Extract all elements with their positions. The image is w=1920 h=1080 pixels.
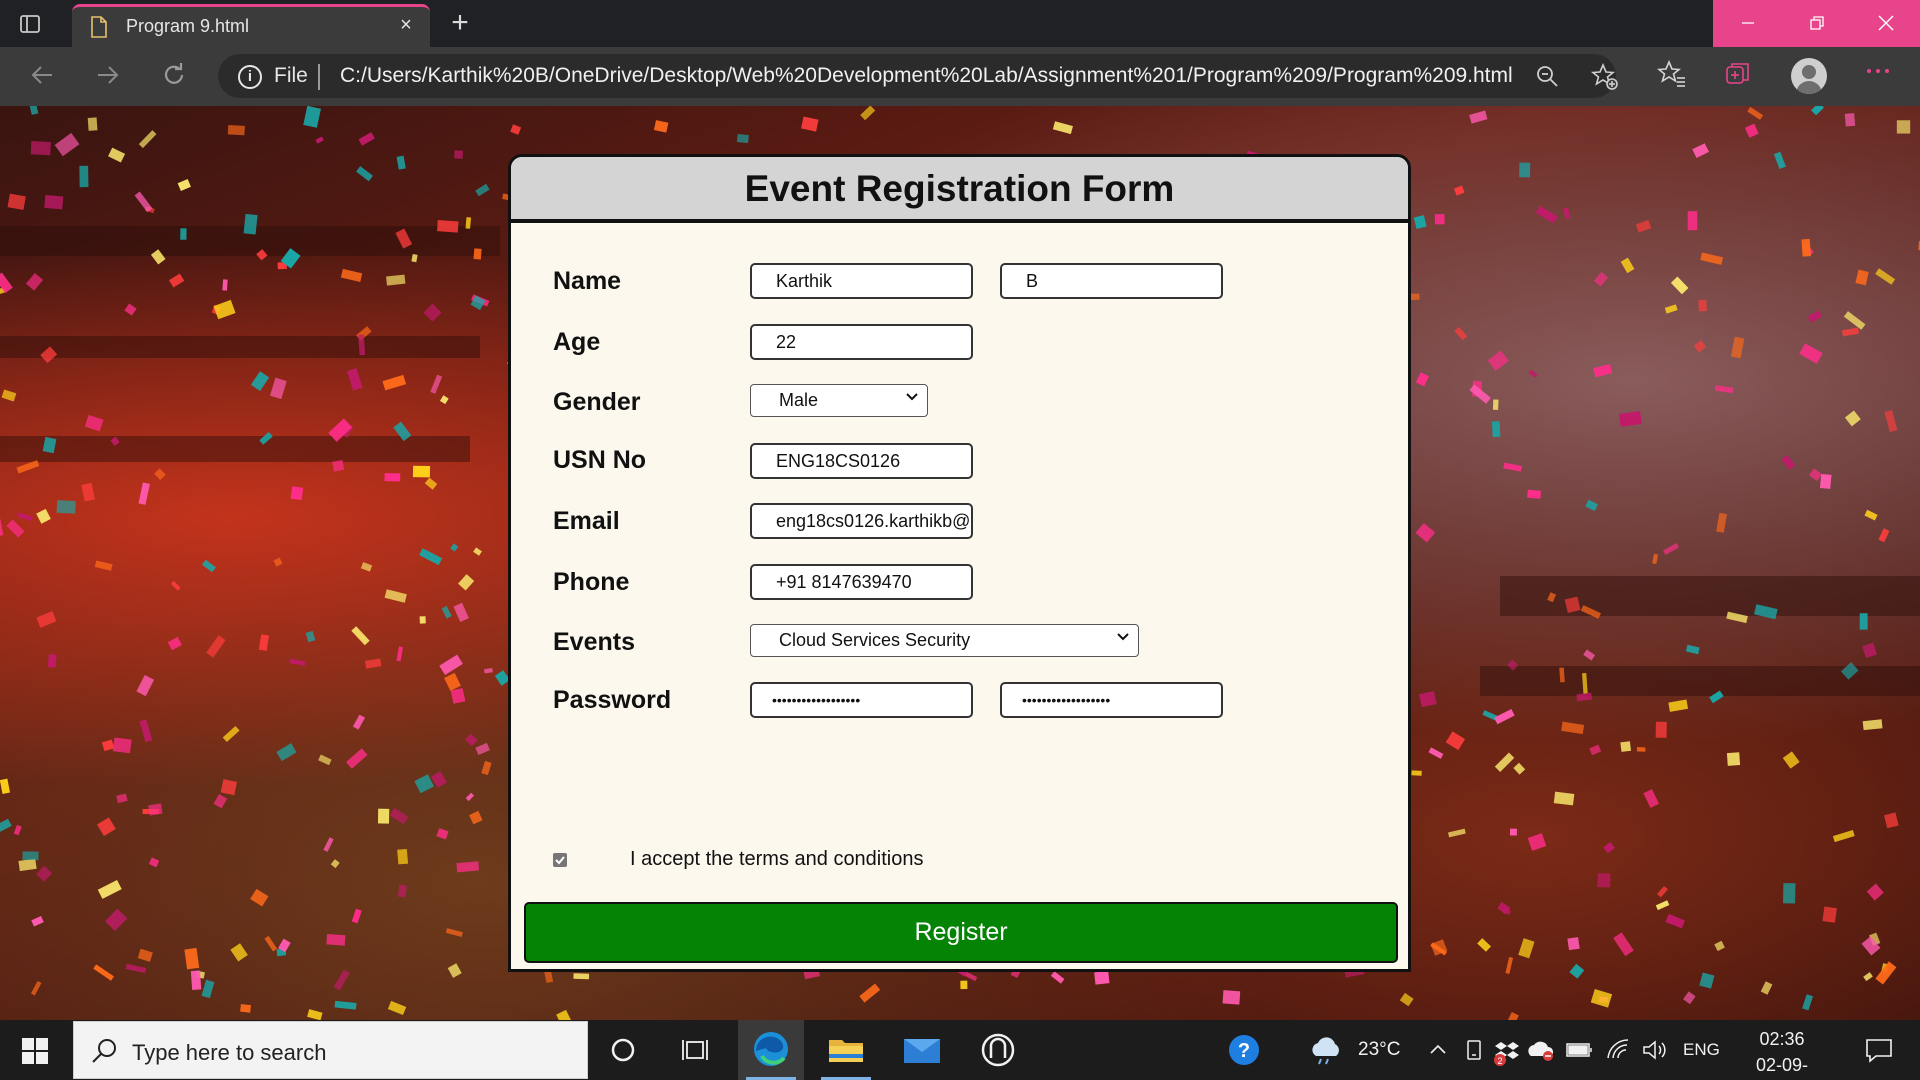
notifications-icon[interactable] (1854, 1020, 1904, 1080)
windows-start-icon[interactable] (22, 1038, 48, 1064)
active-tab[interactable]: Program 9.html × (72, 4, 430, 47)
task-view-icon[interactable] (662, 1020, 728, 1080)
register-button[interactable]: Register (524, 902, 1398, 963)
email-label: Email (553, 507, 620, 535)
app-icon[interactable] (965, 1020, 1031, 1080)
confirm-password-input[interactable]: •••••••••••••••••• (1000, 682, 1223, 718)
file-explorer-icon[interactable] (813, 1020, 879, 1080)
battery-icon[interactable] (1564, 1020, 1594, 1080)
terms-label: I accept the terms and conditions (630, 848, 924, 870)
onedrive-icon[interactable] (1526, 1020, 1556, 1080)
restore-icon[interactable] (1782, 0, 1851, 47)
page-viewport: Event Registration Form Name Karthik B A… (0, 106, 1920, 1020)
tab-title: Program 9.html (126, 16, 250, 36)
zoom-icon[interactable] (1534, 63, 1562, 91)
password-input[interactable]: •••••••••••••••••• (750, 682, 973, 718)
minimize-icon[interactable] (1713, 0, 1782, 47)
taskbar-clock[interactable]: 02:36 02-09-2021 (1738, 1026, 1826, 1080)
favorites-icon[interactable] (1656, 59, 1691, 93)
first-name-input[interactable]: Karthik (750, 263, 973, 299)
language-indicator[interactable]: ENG (1683, 1040, 1720, 1060)
chevron-up-icon[interactable] (1424, 1020, 1452, 1080)
taskbar-search-input[interactable]: Type here to search (73, 1021, 588, 1079)
age-label: Age (553, 328, 601, 356)
phone-label: Phone (553, 568, 630, 596)
phone-input[interactable]: +91 8147639470 (750, 564, 973, 600)
events-label: Events (553, 628, 635, 656)
wifi-icon[interactable] (1604, 1020, 1634, 1080)
forward-icon[interactable] (92, 61, 124, 93)
last-name-input[interactable]: B (1000, 263, 1223, 299)
tab-strip: Program 9.html × + (0, 0, 1920, 47)
refresh-icon[interactable] (158, 61, 190, 93)
back-icon[interactable] (26, 61, 58, 93)
notification-badge: 2 (1497, 1056, 1502, 1066)
taskbar: Type here to search ? 23°C 2 ENG 02:36 0… (0, 1020, 1920, 1080)
cortana-icon[interactable] (590, 1020, 656, 1080)
password-label: Password (553, 686, 672, 714)
clock-date: 02-09-2021 (1755, 1055, 1809, 1075)
registration-form: Event Registration Form Name Karthik B A… (508, 154, 1411, 972)
search-icon (90, 1036, 120, 1066)
add-favorite-icon[interactable] (1590, 62, 1620, 92)
dropbox-icon[interactable]: 2 (1494, 1020, 1522, 1080)
weather-temperature[interactable]: 23°C (1358, 1039, 1400, 1061)
chevron-down-icon (1117, 633, 1129, 641)
url-scheme: File (274, 64, 308, 87)
collections-icon[interactable] (1723, 59, 1757, 93)
name-label: Name (553, 267, 622, 295)
weather-cloud-icon[interactable] (1306, 1020, 1346, 1080)
gender-select-value: Male (779, 390, 819, 410)
terms-checkbox[interactable] (553, 853, 567, 867)
tab-actions-icon[interactable] (18, 12, 52, 36)
url-field[interactable]: i File C:/Users/Karthik%20B/OneDrive/Des… (218, 54, 1618, 98)
chevron-down-icon (906, 393, 918, 401)
url-text[interactable]: C:/Users/Karthik%20B/OneDrive/Desktop/We… (340, 64, 1513, 88)
form-header: Event Registration Form (511, 157, 1408, 223)
help-icon[interactable]: ? (1220, 1020, 1268, 1080)
usn-input[interactable]: ENG18CS0126 (750, 443, 973, 479)
new-tab-icon[interactable]: + (444, 8, 476, 40)
gender-select[interactable]: Male (750, 384, 928, 417)
edge-icon[interactable] (738, 1020, 804, 1080)
more-menu-icon[interactable] (1862, 57, 1894, 89)
address-bar: i File C:/Users/Karthik%20B/OneDrive/Des… (0, 47, 1920, 106)
volume-icon[interactable] (1640, 1020, 1670, 1080)
usn-label: USN No (553, 446, 647, 474)
email-input[interactable]: eng18cs0126.karthikb@gm (750, 503, 973, 539)
tab-close-icon[interactable]: × (396, 15, 416, 35)
events-select[interactable]: Cloud Services Security (750, 624, 1139, 657)
site-info-icon[interactable]: i (238, 65, 262, 89)
events-select-value: Cloud Services Security (779, 630, 971, 650)
clock-time: 02:36 (1759, 1029, 1805, 1049)
profile-avatar[interactable] (1791, 58, 1827, 94)
url-separator (318, 64, 320, 90)
device-icon[interactable] (1462, 1020, 1488, 1080)
search-placeholder: Type here to search (132, 1040, 327, 1065)
window-close-icon[interactable] (1851, 0, 1920, 47)
mail-icon[interactable] (889, 1020, 955, 1080)
gender-label: Gender (553, 388, 641, 416)
form-title: Event Registration Form (744, 168, 1175, 209)
svg-text:?: ? (1238, 1040, 1250, 1062)
page-file-icon (90, 16, 110, 38)
age-input[interactable]: 22 (750, 324, 973, 360)
